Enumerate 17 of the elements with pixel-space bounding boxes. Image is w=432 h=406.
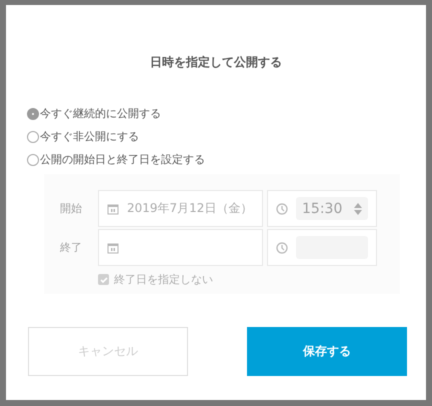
calendar-icon: [107, 202, 119, 214]
save-button[interactable]: 保存する: [247, 327, 407, 376]
radio-label[interactable]: 公開の開始日と終了日を設定する: [40, 152, 205, 167]
radio-button[interactable]: [27, 108, 39, 120]
stepper-icon: [354, 202, 362, 214]
radio-button[interactable]: [27, 154, 39, 166]
radio-button[interactable]: [27, 130, 39, 142]
radio-label[interactable]: 今すぐ継続的に公開する: [40, 106, 161, 121]
row-label: 終了: [60, 240, 83, 255]
date-value: 2019年7月12日（金）: [127, 200, 252, 217]
row-label: 開始: [60, 201, 83, 216]
dialog-title: 日時を指定して公開する: [149, 54, 283, 71]
time-value: 15:30: [302, 200, 342, 216]
clock-icon: [276, 242, 288, 254]
clock-icon: [276, 202, 288, 214]
calendar-icon: [107, 242, 119, 254]
radio-label[interactable]: 今すぐ非公開にする: [40, 129, 139, 144]
